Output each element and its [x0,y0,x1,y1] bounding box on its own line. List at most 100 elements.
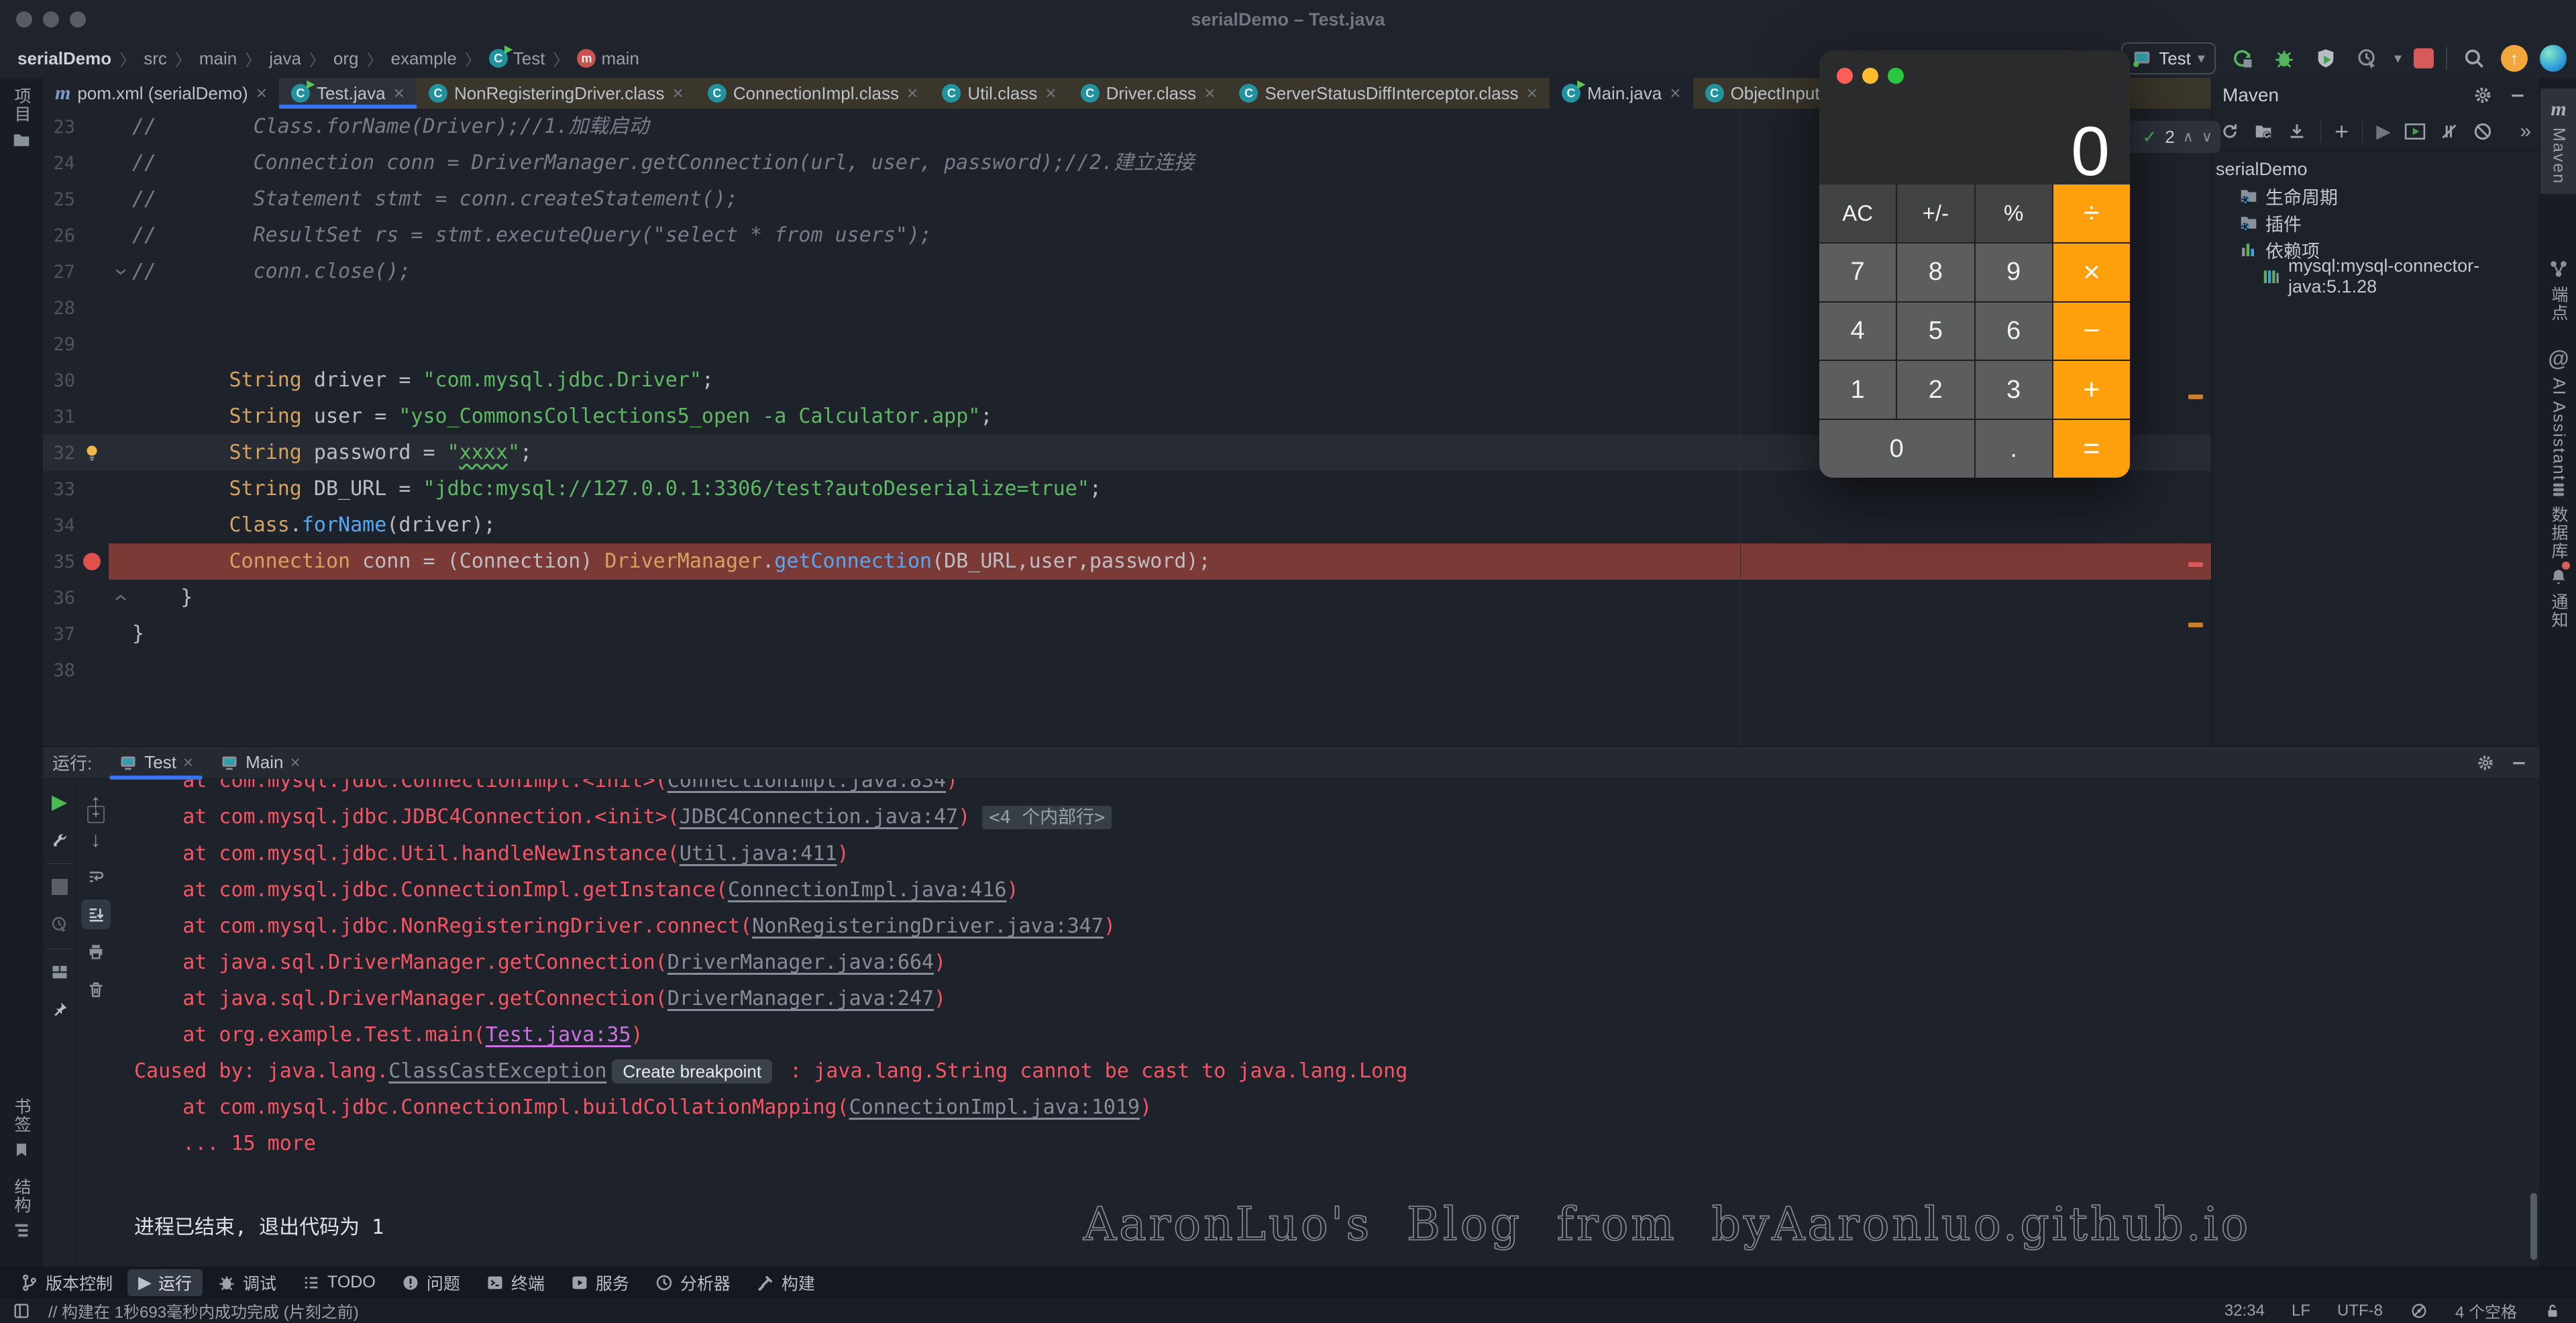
editor-line-38[interactable]: 38 [43,652,2211,688]
layout-settings-icon[interactable] [45,957,74,987]
bottom-tool-window-todo[interactable]: TODO [291,1269,386,1296]
scroll-mark-orange[interactable] [2188,394,2203,399]
breadcrumb-item-src[interactable]: src [144,48,167,69]
rerun-button[interactable]: ▶ [45,787,74,816]
bottom-tool-window-版本控制[interactable]: 版本控制 [9,1269,123,1296]
lock-icon[interactable] [2544,1302,2561,1320]
add-maven-config-icon[interactable]: + [2334,120,2349,143]
bottom-tool-window-分析器[interactable]: 分析器 [644,1269,741,1296]
breadcrumb-item-main[interactable]: main [199,48,237,69]
toggle-offline-icon[interactable] [2473,120,2493,143]
console-line[interactable]: Caused by: java.lang.ClassCastExceptionC… [115,1053,2526,1090]
download-sources-icon[interactable] [2287,120,2307,143]
profiler-button[interactable] [2353,44,2382,73]
fold-marker-icon[interactable] [113,264,129,280]
calc-button-−[interactable]: − [2053,303,2130,360]
gear-icon[interactable] [2474,751,2497,774]
maven-tree-item[interactable]: serialDemo [2216,156,2540,182]
close-icon[interactable]: × [1204,83,1215,104]
console-tab-test[interactable]: Test× [105,747,207,779]
bottom-tool-window-终端[interactable]: 终端 [475,1269,555,1296]
console-line[interactable]: at org.example.Test.main(Test.java:35) [115,1017,2526,1053]
calc-button-×[interactable]: × [2053,244,2130,301]
navigate-up-icon[interactable]: ↑ [81,787,111,816]
calc-button-1[interactable]: 1 [1819,361,1896,419]
breadcrumb-item-org[interactable]: org [333,48,359,69]
calc-button-7[interactable]: 7 [1819,244,1896,301]
editor-line-35[interactable]: 35 Connection conn = (Connection) Driver… [43,543,2211,580]
soft-wrap-icon[interactable] [81,862,111,892]
minimize-panel-icon[interactable] [2506,84,2529,107]
search-everywhere-icon[interactable] [2459,44,2489,73]
reader-mode-icon[interactable] [2410,1302,2428,1320]
calc-button-+[interactable]: + [2053,361,2130,419]
editor-tab-driver-class[interactable]: CDriver.class× [1069,78,1228,109]
calc-button-AC[interactable]: AC [1819,184,1896,242]
calc-button-2[interactable]: 2 [1897,361,1974,419]
fold-marker-icon[interactable] [113,590,129,606]
console-line[interactable]: at java.sql.DriverManager.getConnection(… [115,945,2526,981]
line-separator[interactable]: LF [2292,1302,2310,1320]
clear-console-icon[interactable] [81,975,111,1004]
stack-trace-link[interactable]: DriverManager.java:664 [667,951,934,974]
calc-button-3[interactable]: 3 [1976,361,2052,419]
execute-goal-icon[interactable] [2404,120,2426,143]
breadcrumb-item-main[interactable]: mmain [577,48,639,69]
stop-button[interactable] [2414,48,2434,68]
console-tab-main[interactable]: Main× [207,747,314,779]
calc-button-0[interactable]: 0 [1819,420,1974,478]
console-output[interactable]: at com.mysql.jdbc.ConnectionImpl.<init>(… [115,763,2526,1162]
tool-window-button-通知[interactable]: 通知 [2540,568,2576,629]
tool-window-button-结构[interactable]: 结构 [0,1178,43,1240]
calc-minimize-icon[interactable] [1862,68,1878,84]
maven-tree-item[interactable]: mysql:mysql-connector-java:5.1.28 [2216,263,2540,290]
caret-position[interactable]: 32:34 [2224,1302,2265,1320]
editor-tab-main-java[interactable]: CMain.java× [1550,78,1693,109]
code-with-me-icon[interactable] [2540,45,2567,72]
editor-tab-connectionimpl-class[interactable]: CConnectionImpl.class× [696,78,930,109]
tool-window-button-项目[interactable]: 项目 [0,87,43,150]
close-icon[interactable]: × [1045,83,1056,104]
breadcrumb-item-java[interactable]: java [269,48,301,69]
bottom-tool-window-问题[interactable]: 问题 [390,1269,471,1296]
run-maven-icon[interactable]: ▶ [2376,120,2391,143]
calc-button-4[interactable]: 4 [1819,303,1896,360]
rerun-button[interactable] [2228,44,2257,73]
calc-button-÷[interactable]: ÷ [2053,184,2130,242]
maven-tree-item[interactable]: 插件 [2216,209,2540,236]
calc-button-+/-[interactable]: +/- [1897,184,1974,242]
calc-button-8[interactable]: 8 [1897,244,1974,301]
tool-window-button-端点[interactable]: 端点 [2540,259,2576,322]
editor-tab-test-java[interactable]: CTest.java× [279,78,417,109]
reload-maven-icon[interactable] [2220,120,2240,143]
maven-tree-item[interactable]: 生命周期 [2216,182,2540,209]
tool-window-layout-icon[interactable] [12,1302,31,1320]
bottom-tool-window-服务[interactable]: 服务 [559,1269,640,1296]
print-icon[interactable] [81,937,111,967]
debug-button[interactable] [2269,44,2299,73]
indent-setting[interactable]: 4 个空格 [2455,1299,2517,1322]
scroll-mark-red[interactable] [2188,562,2203,567]
close-icon[interactable]: × [673,83,684,104]
console-line[interactable]: at com.mysql.jdbc.ConnectionImpl.getInst… [115,872,2526,908]
pin-tab-icon[interactable] [45,995,74,1024]
prev-inspection-icon[interactable]: ∧ [2183,128,2194,146]
breakpoint-icon[interactable] [83,553,101,570]
scroll-mark-orange[interactable] [2188,623,2203,627]
tool-window-button-数据库[interactable]: 数据库 [2540,480,2576,560]
source-link[interactable]: Test.java:35 [486,1023,631,1047]
toggle-skip-tests-icon[interactable] [2439,120,2459,143]
calc-close-icon[interactable] [1837,68,1853,84]
console-line[interactable]: at com.mysql.jdbc.ConnectionImpl.buildCo… [115,1090,2526,1126]
close-icon[interactable]: × [394,83,405,104]
inspections-widget[interactable]: ✓ 2 ∧ ∨ [2120,121,2220,153]
intention-bulb-icon[interactable] [82,443,102,463]
console-scrollbar[interactable] [2530,1193,2537,1260]
breadcrumb-item-test[interactable]: CTest [489,48,545,69]
console-line[interactable]: at com.mysql.jdbc.Util.handleNewInstance… [115,836,2526,872]
stack-trace-link[interactable]: Util.java:411 [680,842,837,865]
edit-configuration-icon[interactable] [45,825,74,854]
close-icon[interactable]: × [290,752,300,773]
ide-update-icon[interactable]: ↑ [2501,45,2528,72]
breadcrumb-item-example[interactable]: example [391,48,457,69]
